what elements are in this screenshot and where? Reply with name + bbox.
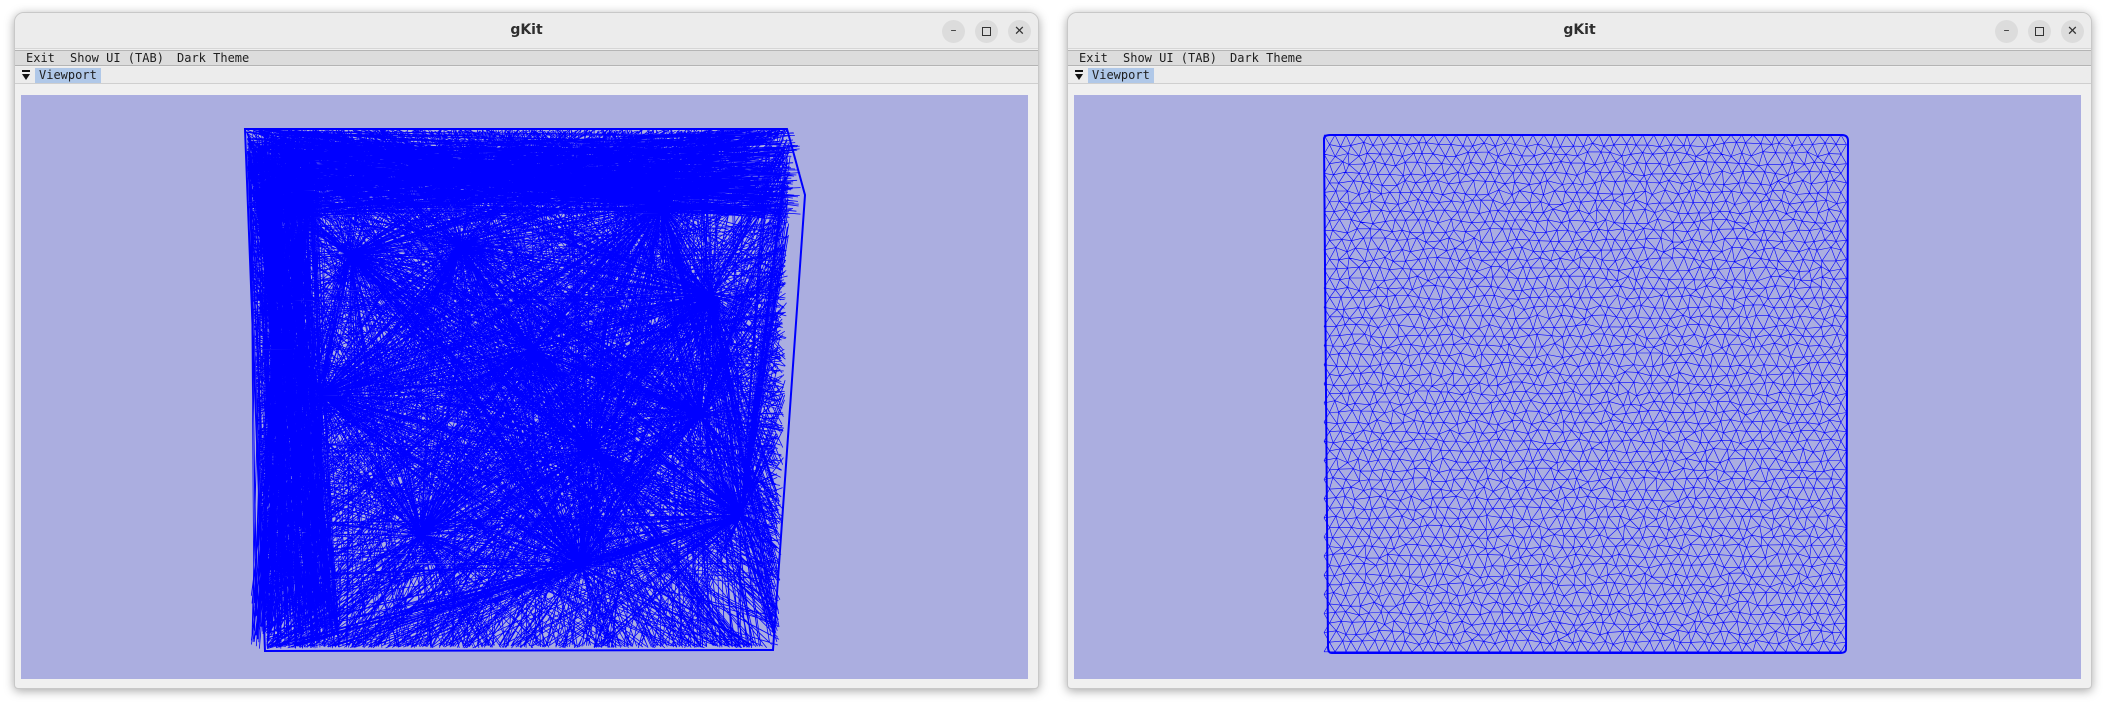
title-bar[interactable]: gKit – ✕ xyxy=(15,13,1038,49)
menu-dark-theme[interactable]: Dark Theme xyxy=(177,51,249,65)
maximize-button[interactable] xyxy=(2028,20,2051,43)
close-button[interactable]: ✕ xyxy=(1008,20,1031,43)
menu-bar: Exit Show UI (TAB) Dark Theme xyxy=(1068,50,2091,66)
minimize-button[interactable]: – xyxy=(1995,20,2018,43)
maximize-icon xyxy=(2035,27,2044,36)
close-icon: ✕ xyxy=(1014,24,1025,39)
menu-exit[interactable]: Exit xyxy=(1079,51,1108,65)
triangle-mesh-fan xyxy=(243,128,807,653)
gkit-window-left: gKit – ✕ Exit Show UI (TAB) Dark Theme V… xyxy=(14,12,1039,689)
viewport-canvas[interactable] xyxy=(1074,95,2081,679)
panel-bar: Viewport xyxy=(15,67,1038,84)
menu-dark-theme[interactable]: Dark Theme xyxy=(1230,51,1302,65)
mesh-edges xyxy=(245,128,801,649)
viewport-canvas[interactable] xyxy=(21,95,1028,679)
window-title: gKit xyxy=(1563,22,1596,38)
menu-show-ui[interactable]: Show UI (TAB) xyxy=(1123,51,1217,65)
viewport-panel-tab[interactable]: Viewport xyxy=(35,68,101,83)
window-title: gKit xyxy=(510,22,543,38)
maximize-button[interactable] xyxy=(975,20,998,43)
gkit-window-right: gKit – ✕ Exit Show UI (TAB) Dark Theme V… xyxy=(1067,12,2092,689)
panel-bar: Viewport xyxy=(1068,67,2091,84)
menu-show-ui[interactable]: Show UI (TAB) xyxy=(70,51,164,65)
collapse-arrow-icon[interactable] xyxy=(1073,67,1085,83)
minimize-button[interactable]: – xyxy=(942,20,965,43)
title-bar[interactable]: gKit – ✕ xyxy=(1068,13,2091,49)
close-icon: ✕ xyxy=(2067,24,2078,39)
mesh-edges xyxy=(1323,134,1847,653)
viewport-panel-tab[interactable]: Viewport xyxy=(1088,68,1154,83)
maximize-icon xyxy=(982,27,991,36)
menu-bar: Exit Show UI (TAB) Dark Theme xyxy=(15,50,1038,66)
minimize-icon: – xyxy=(950,22,957,37)
collapse-arrow-icon[interactable] xyxy=(20,67,32,83)
menu-exit[interactable]: Exit xyxy=(26,51,55,65)
minimize-icon: – xyxy=(2003,22,2010,37)
close-button[interactable]: ✕ xyxy=(2061,20,2084,43)
triangle-mesh-uniform xyxy=(1322,134,1850,654)
